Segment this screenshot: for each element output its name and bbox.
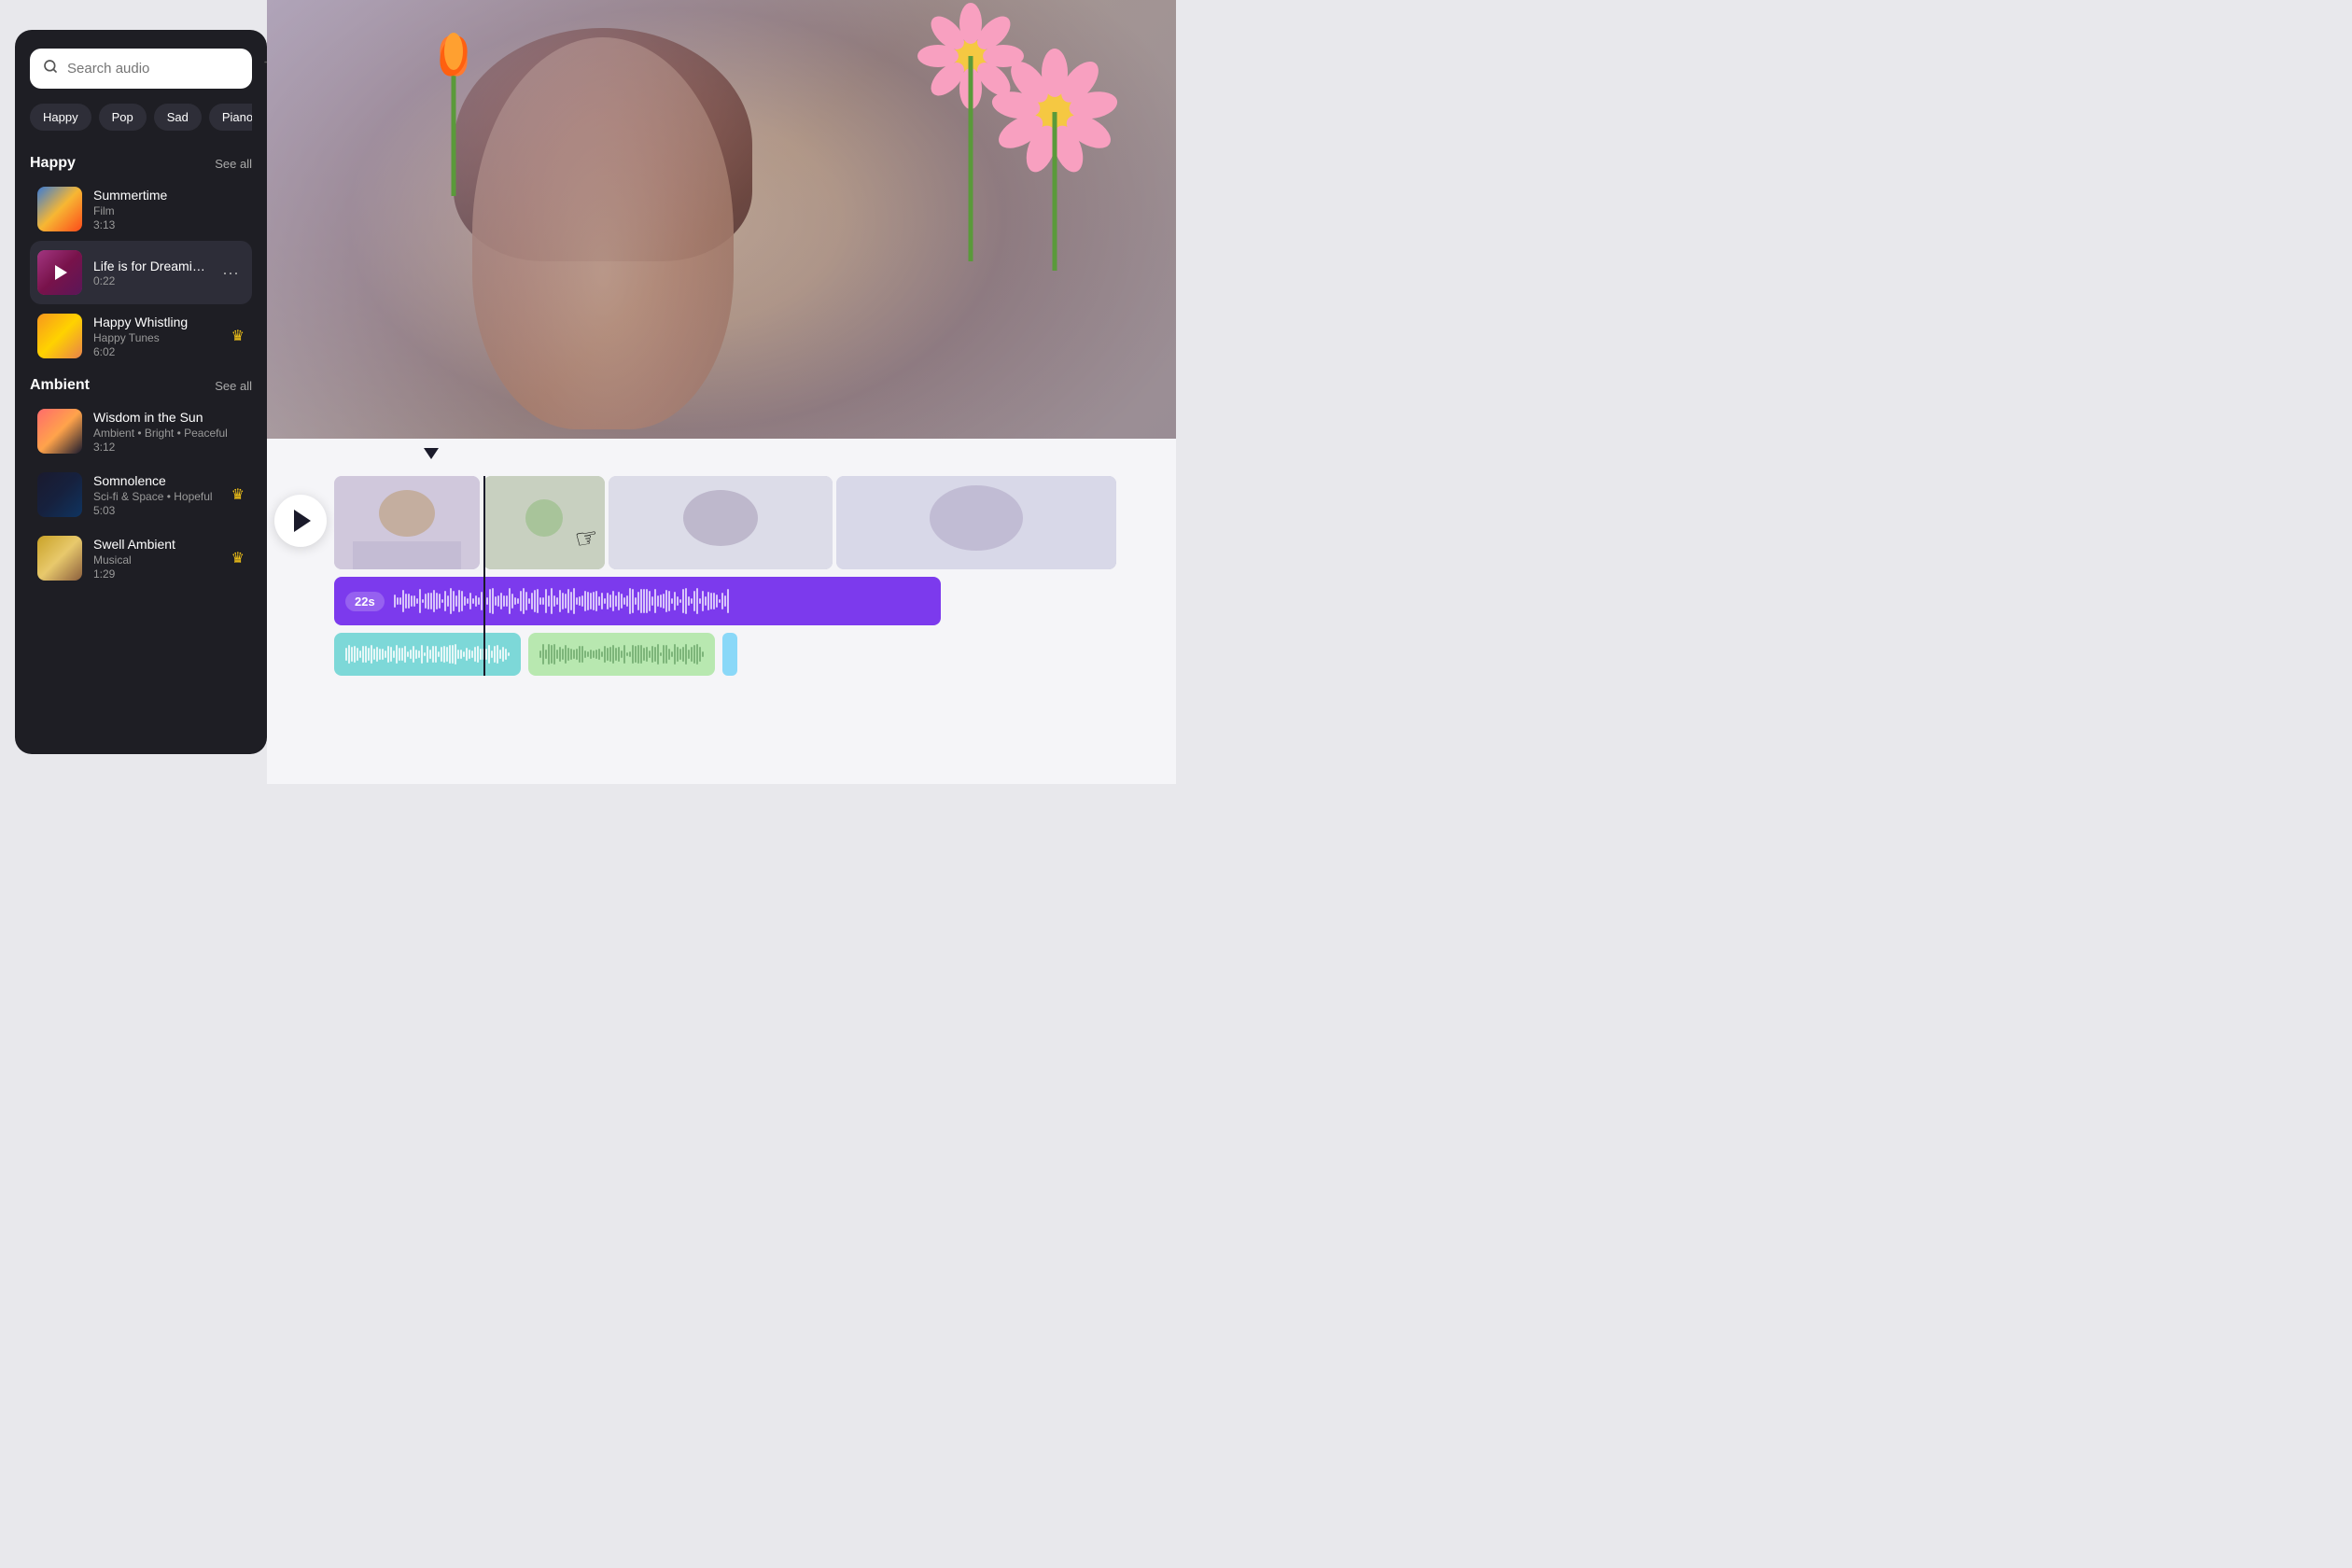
track-meta-summertime: Film bbox=[93, 204, 245, 217]
search-input[interactable] bbox=[67, 61, 253, 77]
track-info-dreaming: Life is for Dreaming 0:22 bbox=[93, 259, 205, 287]
track-item-whistling[interactable]: Happy Whistling Happy Tunes 6:02 ♛ bbox=[30, 304, 252, 368]
flower-left-svg bbox=[416, 9, 491, 196]
audio-track-handle[interactable] bbox=[722, 633, 737, 676]
track-duration-swell: 1:29 bbox=[93, 567, 220, 581]
section-title-ambient: Ambient bbox=[30, 377, 90, 394]
section-header-ambient: Ambient See all bbox=[30, 371, 252, 399]
video-thumb-1 bbox=[334, 476, 480, 569]
track-name-swell: Swell Ambient bbox=[93, 537, 220, 552]
audio-track-purple[interactable]: 22s bbox=[334, 577, 941, 625]
track-info-somnolence: Somnolence Sci-fi & Space • Hopeful 5:03 bbox=[93, 473, 220, 517]
track-meta-swell: Musical bbox=[93, 553, 220, 567]
track-name-summertime: Summertime bbox=[93, 188, 245, 203]
track-item-swell[interactable]: Swell Ambient Musical 1:29 ♛ bbox=[30, 526, 252, 590]
timeline-scrubber bbox=[267, 439, 1176, 469]
search-icon bbox=[43, 59, 58, 78]
right-panel: 22s ☞ bbox=[267, 0, 1176, 784]
play-triangle-dreaming bbox=[55, 265, 67, 280]
track-duration-somnolence: 5:03 bbox=[93, 504, 220, 517]
track-item-wisdom[interactable]: Wisdom in the Sun Ambient • Bright • Pea… bbox=[30, 399, 252, 463]
waveform-purple bbox=[394, 587, 930, 615]
crown-icon-whistling: ♛ bbox=[231, 327, 245, 345]
crown-icon-somnolence: ♛ bbox=[231, 485, 245, 504]
section-title-happy: Happy bbox=[30, 155, 76, 172]
track-name-somnolence: Somnolence bbox=[93, 473, 220, 488]
crown-icon-swell: ♛ bbox=[231, 549, 245, 567]
video-track-row bbox=[334, 476, 1176, 569]
track-meta-whistling: Happy Tunes bbox=[93, 331, 220, 344]
audio-track-teal[interactable] bbox=[334, 633, 521, 676]
track-name-whistling: Happy Whistling bbox=[93, 315, 220, 329]
track-name-dreaming: Life is for Dreaming bbox=[93, 259, 205, 273]
track-meta-wisdom: Ambient • Bright • Peaceful bbox=[93, 427, 245, 440]
audio-library-panel: Happy Pop Sad Piano Jazz Bi› Happy See a… bbox=[15, 30, 267, 754]
track-duration-dreaming: 0:22 bbox=[93, 274, 205, 287]
track-info-whistling: Happy Whistling Happy Tunes 6:02 bbox=[93, 315, 220, 358]
audio-badge-22s: 22s bbox=[345, 592, 385, 611]
video-thumb-3 bbox=[609, 476, 833, 569]
track-item-dreaming[interactable]: Life is for Dreaming 0:22 ··· bbox=[30, 241, 252, 304]
track-list: Happy See all Summertime Film 3:13 Life … bbox=[30, 146, 252, 735]
video-thumb-2 bbox=[483, 476, 605, 569]
track-duration-summertime: 3:13 bbox=[93, 218, 245, 231]
video-preview bbox=[267, 0, 1176, 439]
timeline-main: 22s bbox=[267, 469, 1176, 784]
flower-right-svg bbox=[915, 0, 1120, 280]
play-overlay-dreaming bbox=[37, 250, 82, 295]
track-duration-whistling: 6:02 bbox=[93, 345, 220, 358]
track-thumb-dreaming bbox=[37, 250, 82, 295]
pill-happy[interactable]: Happy bbox=[30, 104, 91, 131]
track-meta-somnolence: Sci-fi & Space • Hopeful bbox=[93, 490, 220, 503]
waveform-green bbox=[539, 641, 704, 667]
track-thumb-whistling bbox=[37, 314, 82, 358]
play-triangle-icon bbox=[294, 510, 311, 532]
category-pills: Happy Pop Sad Piano Jazz Bi› bbox=[30, 104, 252, 131]
timeline-area: 22s ☞ bbox=[267, 439, 1176, 784]
see-all-ambient[interactable]: See all bbox=[215, 379, 252, 393]
pill-piano[interactable]: Piano bbox=[209, 104, 252, 131]
timeline-play-button[interactable] bbox=[274, 495, 327, 547]
track-name-wisdom: Wisdom in the Sun bbox=[93, 410, 245, 425]
pill-pop[interactable]: Pop bbox=[99, 104, 147, 131]
audio-track-green[interactable] bbox=[528, 633, 715, 676]
track-thumb-somnolence bbox=[37, 472, 82, 517]
track-duration-wisdom: 3:12 bbox=[93, 441, 245, 454]
scrubber-head bbox=[424, 448, 439, 459]
track-more-btn-dreaming[interactable]: ··· bbox=[217, 259, 245, 287]
timeline-playhead-line bbox=[483, 476, 485, 676]
track-thumb-wisdom bbox=[37, 409, 82, 454]
search-bar[interactable] bbox=[30, 49, 252, 89]
tracks-container: 22s bbox=[327, 476, 1176, 676]
track-info-wisdom: Wisdom in the Sun Ambient • Bright • Pea… bbox=[93, 410, 245, 454]
pill-sad[interactable]: Sad bbox=[154, 104, 202, 131]
track-thumb-summertime bbox=[37, 187, 82, 231]
section-header-happy: Happy See all bbox=[30, 149, 252, 177]
track-item-summertime[interactable]: Summertime Film 3:13 bbox=[30, 177, 252, 241]
track-item-somnolence[interactable]: Somnolence Sci-fi & Space • Hopeful 5:03… bbox=[30, 463, 252, 526]
audio-tracks-row bbox=[334, 633, 1176, 676]
see-all-happy[interactable]: See all bbox=[215, 157, 252, 171]
video-thumb-4 bbox=[836, 476, 1116, 569]
track-info-swell: Swell Ambient Musical 1:29 bbox=[93, 537, 220, 581]
track-info-summertime: Summertime Film 3:13 bbox=[93, 188, 245, 231]
track-thumb-swell bbox=[37, 536, 82, 581]
